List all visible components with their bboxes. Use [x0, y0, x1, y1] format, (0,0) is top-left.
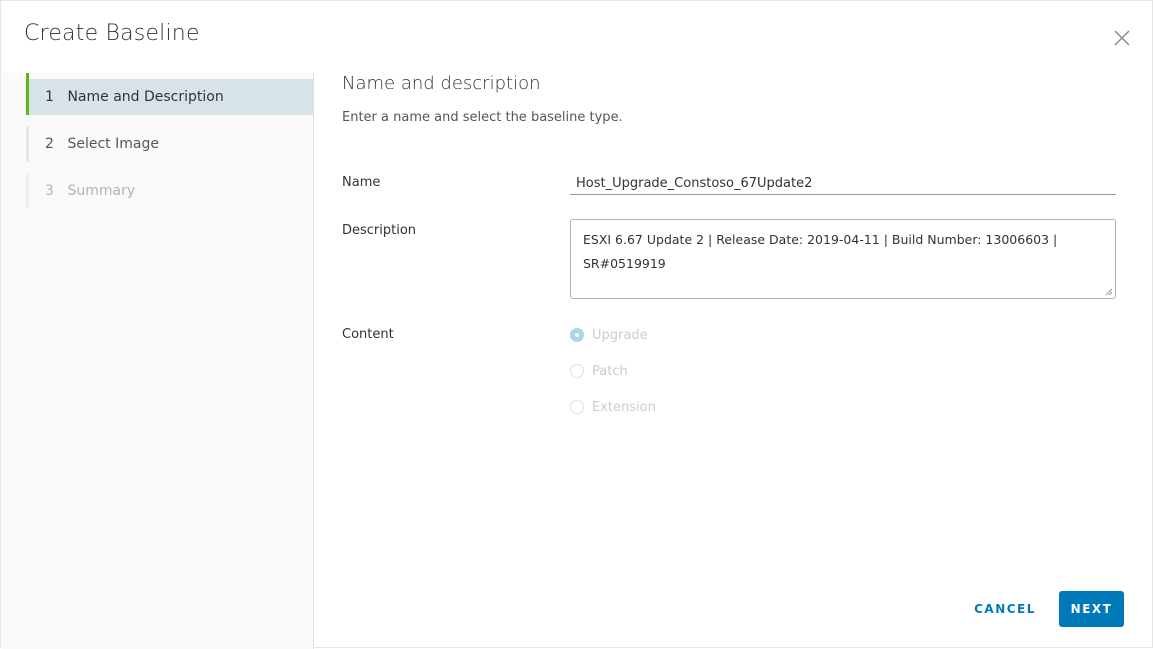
radio-label: Upgrade	[592, 328, 648, 343]
section-subtitle: Enter a name and select the baseline typ…	[342, 110, 623, 125]
wizard-steps-sidebar: 1 Name and Description 2 Select Image 3 …	[1, 73, 314, 649]
step-label: Name and Description	[67, 89, 224, 105]
step-active-indicator	[26, 73, 29, 115]
radio-label: Extension	[592, 400, 656, 415]
step-number: 1	[45, 89, 54, 105]
step-name-and-description[interactable]: 1 Name and Description	[26, 73, 314, 115]
radio-button[interactable]	[570, 400, 584, 414]
close-icon[interactable]	[1111, 27, 1133, 49]
step-number: 2	[45, 136, 54, 152]
dialog-title: Create Baseline	[24, 21, 200, 46]
radio-button[interactable]	[570, 328, 584, 342]
description-textarea[interactable]: ESXI 6.67 Update 2 | Release Date: 2019-…	[570, 219, 1116, 299]
step-label: Summary	[67, 183, 136, 199]
step-indicator	[26, 126, 29, 162]
description-text: ESXI 6.67 Update 2 | Release Date: 2019-…	[583, 232, 1058, 271]
step-label: Select Image	[67, 136, 159, 152]
dialog-header: Create Baseline	[1, 1, 1152, 73]
resize-grip-icon[interactable]	[1105, 288, 1113, 296]
create-baseline-dialog: Create Baseline 1 Name and Description 2…	[0, 0, 1153, 649]
wizard-steps: 1 Name and Description 2 Select Image 3 …	[26, 73, 314, 220]
step-summary: 3 Summary	[26, 173, 314, 209]
next-button[interactable]: NEXT	[1059, 591, 1124, 627]
name-input[interactable]	[570, 173, 1116, 195]
step-number: 3	[45, 183, 54, 199]
content-label: Content	[342, 327, 394, 342]
step-select-image[interactable]: 2 Select Image	[26, 126, 314, 162]
name-label: Name	[342, 175, 381, 190]
cancel-button[interactable]: CANCEL	[965, 591, 1045, 627]
step-indicator	[26, 173, 29, 209]
section-title: Name and description	[342, 73, 541, 94]
radio-label: Patch	[592, 364, 628, 379]
description-label: Description	[342, 223, 417, 238]
radio-button[interactable]	[570, 364, 584, 378]
